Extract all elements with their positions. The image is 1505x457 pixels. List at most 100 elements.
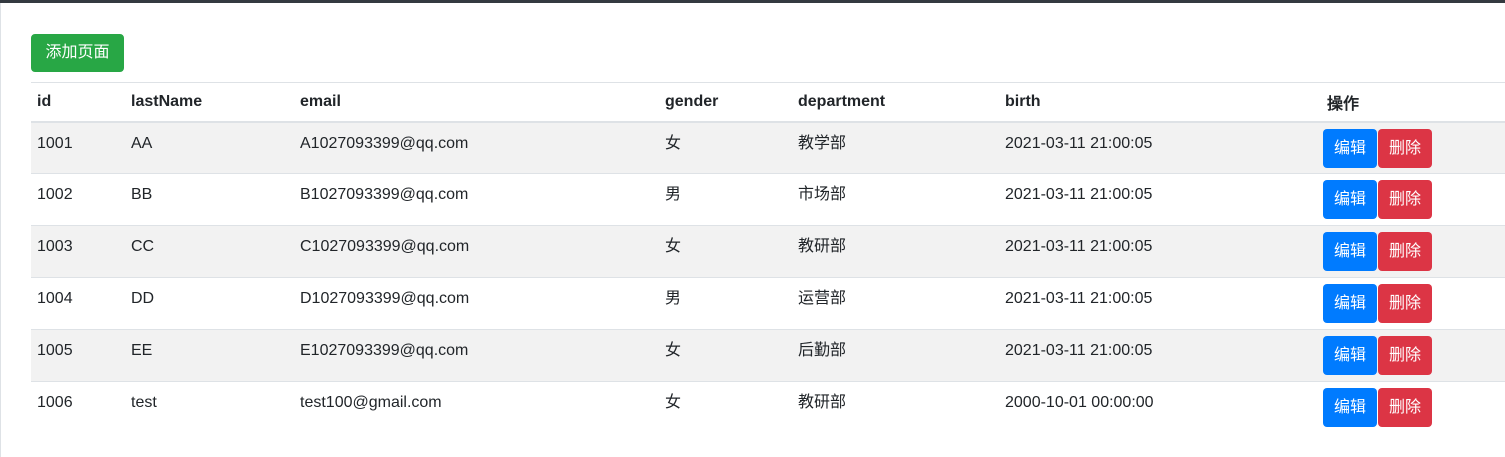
cell-email: A1027093399@qq.com [294, 121, 659, 174]
delete-button[interactable]: 删除 [1378, 388, 1433, 427]
cell-department-text: 教研部 [798, 238, 847, 255]
cell-id: 1005 [31, 329, 125, 382]
cell-id-text: 1006 [37, 394, 73, 411]
header-actions: 操作 [1321, 82, 1505, 123]
cell-id-text: 1005 [37, 342, 73, 359]
cell-gender-text: 女 [665, 394, 682, 411]
cell-gender-text: 男 [665, 186, 682, 203]
cell-birth: 2021-03-11 21:00:05 [999, 173, 1321, 226]
cell-gender: 女 [659, 329, 792, 382]
edit-button[interactable]: 编辑 [1323, 284, 1378, 323]
cell-id-text: 1001 [37, 134, 73, 152]
cell-birth: 2000-10-01 00:00:00 [999, 381, 1321, 434]
cell-email: E1027093399@qq.com [294, 329, 659, 382]
edit-button[interactable]: 编辑 [1323, 128, 1378, 168]
cell-lastname: EE [125, 329, 294, 382]
left-border [0, 3, 1, 457]
cell-gender-text: 男 [665, 290, 682, 307]
header-birth: birth [999, 82, 1321, 123]
add-page-button[interactable]: 添加页面 [31, 34, 124, 72]
cell-gender: 男 [659, 277, 792, 330]
cell-email-text: A1027093399@qq.com [300, 134, 469, 152]
delete-button[interactable]: 删除 [1378, 336, 1433, 375]
table-body: 1001 AA A1027093399@qq.com 女 教学部 2021-03… [31, 121, 1505, 434]
cell-lastname-text: DD [131, 290, 155, 307]
cell-lastname-text: CC [131, 238, 155, 255]
cell-actions: 编辑 删除 [1321, 329, 1505, 382]
cell-email: D1027093399@qq.com [294, 277, 659, 330]
cell-department-text: 教研部 [798, 394, 847, 411]
cell-department-text: 市场部 [798, 186, 847, 203]
cell-birth: 2021-03-11 21:00:05 [999, 225, 1321, 278]
cell-actions: 编辑 删除 [1321, 121, 1505, 174]
cell-birth-text: 2021-03-11 21:00:05 [1005, 238, 1153, 255]
cell-gender-text: 女 [665, 342, 682, 359]
delete-button[interactable]: 删除 [1378, 128, 1433, 168]
cell-lastname: BB [125, 173, 294, 226]
cell-birth-text: 2021-03-11 21:00:05 [1005, 186, 1153, 203]
edit-button[interactable]: 编辑 [1323, 232, 1378, 271]
cell-birth: 2021-03-11 21:00:05 [999, 329, 1321, 382]
cell-birth-text: 2000-10-01 00:00:00 [1005, 394, 1154, 411]
table-row: 1004 DD D1027093399@qq.com 男 运营部 2021-03… [31, 277, 1505, 330]
delete-button[interactable]: 删除 [1378, 284, 1433, 323]
employee-table: id lastName email gender department birt… [31, 82, 1505, 434]
cell-birth-text: 2021-03-11 21:00:05 [1005, 342, 1153, 359]
header-email: email [294, 82, 659, 123]
header-id: id [31, 82, 125, 123]
cell-lastname: AA [125, 121, 294, 174]
cell-department: 运营部 [792, 277, 999, 330]
cell-actions: 编辑 删除 [1321, 173, 1505, 226]
table-row: 1001 AA A1027093399@qq.com 女 教学部 2021-03… [31, 121, 1505, 174]
cell-lastname-text: test [131, 394, 157, 411]
cell-email-text: test100@gmail.com [300, 394, 442, 411]
edit-button[interactable]: 编辑 [1323, 336, 1378, 375]
cell-id-text: 1002 [37, 186, 73, 203]
cell-department: 市场部 [792, 173, 999, 226]
cell-email: C1027093399@qq.com [294, 225, 659, 278]
cell-actions: 编辑 删除 [1321, 381, 1505, 434]
header-row: id lastName email gender department birt… [31, 82, 1505, 123]
header-department: department [792, 82, 999, 123]
cell-department: 教研部 [792, 225, 999, 278]
cell-actions: 编辑 删除 [1321, 277, 1505, 330]
cell-id: 1002 [31, 173, 125, 226]
delete-button[interactable]: 删除 [1378, 180, 1433, 219]
cell-id: 1006 [31, 381, 125, 434]
table-row: 1002 BB B1027093399@qq.com 男 市场部 2021-03… [31, 173, 1505, 226]
top-bar [0, 0, 1505, 3]
cell-email: test100@gmail.com [294, 381, 659, 434]
edit-button[interactable]: 编辑 [1323, 388, 1378, 427]
cell-id-text: 1003 [37, 238, 73, 255]
table-header: id lastName email gender department birt… [31, 82, 1505, 123]
cell-gender: 女 [659, 225, 792, 278]
cell-email-text: D1027093399@qq.com [300, 290, 470, 307]
cell-email: B1027093399@qq.com [294, 173, 659, 226]
cell-department-text: 教学部 [798, 134, 847, 152]
cell-department-text: 后勤部 [798, 342, 847, 359]
cell-email-text: B1027093399@qq.com [300, 186, 469, 203]
cell-department: 教研部 [792, 381, 999, 434]
cell-actions: 编辑 删除 [1321, 225, 1505, 278]
cell-id-text: 1004 [37, 290, 73, 307]
edit-button[interactable]: 编辑 [1323, 180, 1378, 219]
cell-gender-text: 女 [665, 238, 682, 255]
cell-birth: 2021-03-11 21:00:05 [999, 121, 1321, 174]
cell-lastname-text: BB [131, 186, 153, 203]
cell-birth-text: 2021-03-11 21:00:05 [1005, 290, 1153, 307]
table-row: 1006 test test100@gmail.com 女 教研部 2000-1… [31, 381, 1505, 434]
cell-id: 1003 [31, 225, 125, 278]
cell-gender: 男 [659, 173, 792, 226]
cell-gender-text: 女 [665, 134, 682, 152]
cell-gender: 女 [659, 381, 792, 434]
cell-lastname-text: AA [131, 134, 153, 152]
cell-email-text: E1027093399@qq.com [300, 342, 469, 359]
header-lastname: lastName [125, 82, 294, 123]
cell-department: 教学部 [792, 121, 999, 174]
table-row: 1003 CC C1027093399@qq.com 女 教研部 2021-03… [31, 225, 1505, 278]
delete-button[interactable]: 删除 [1378, 232, 1433, 271]
cell-id: 1004 [31, 277, 125, 330]
cell-department: 后勤部 [792, 329, 999, 382]
cell-lastname: DD [125, 277, 294, 330]
header-gender: gender [659, 82, 792, 123]
